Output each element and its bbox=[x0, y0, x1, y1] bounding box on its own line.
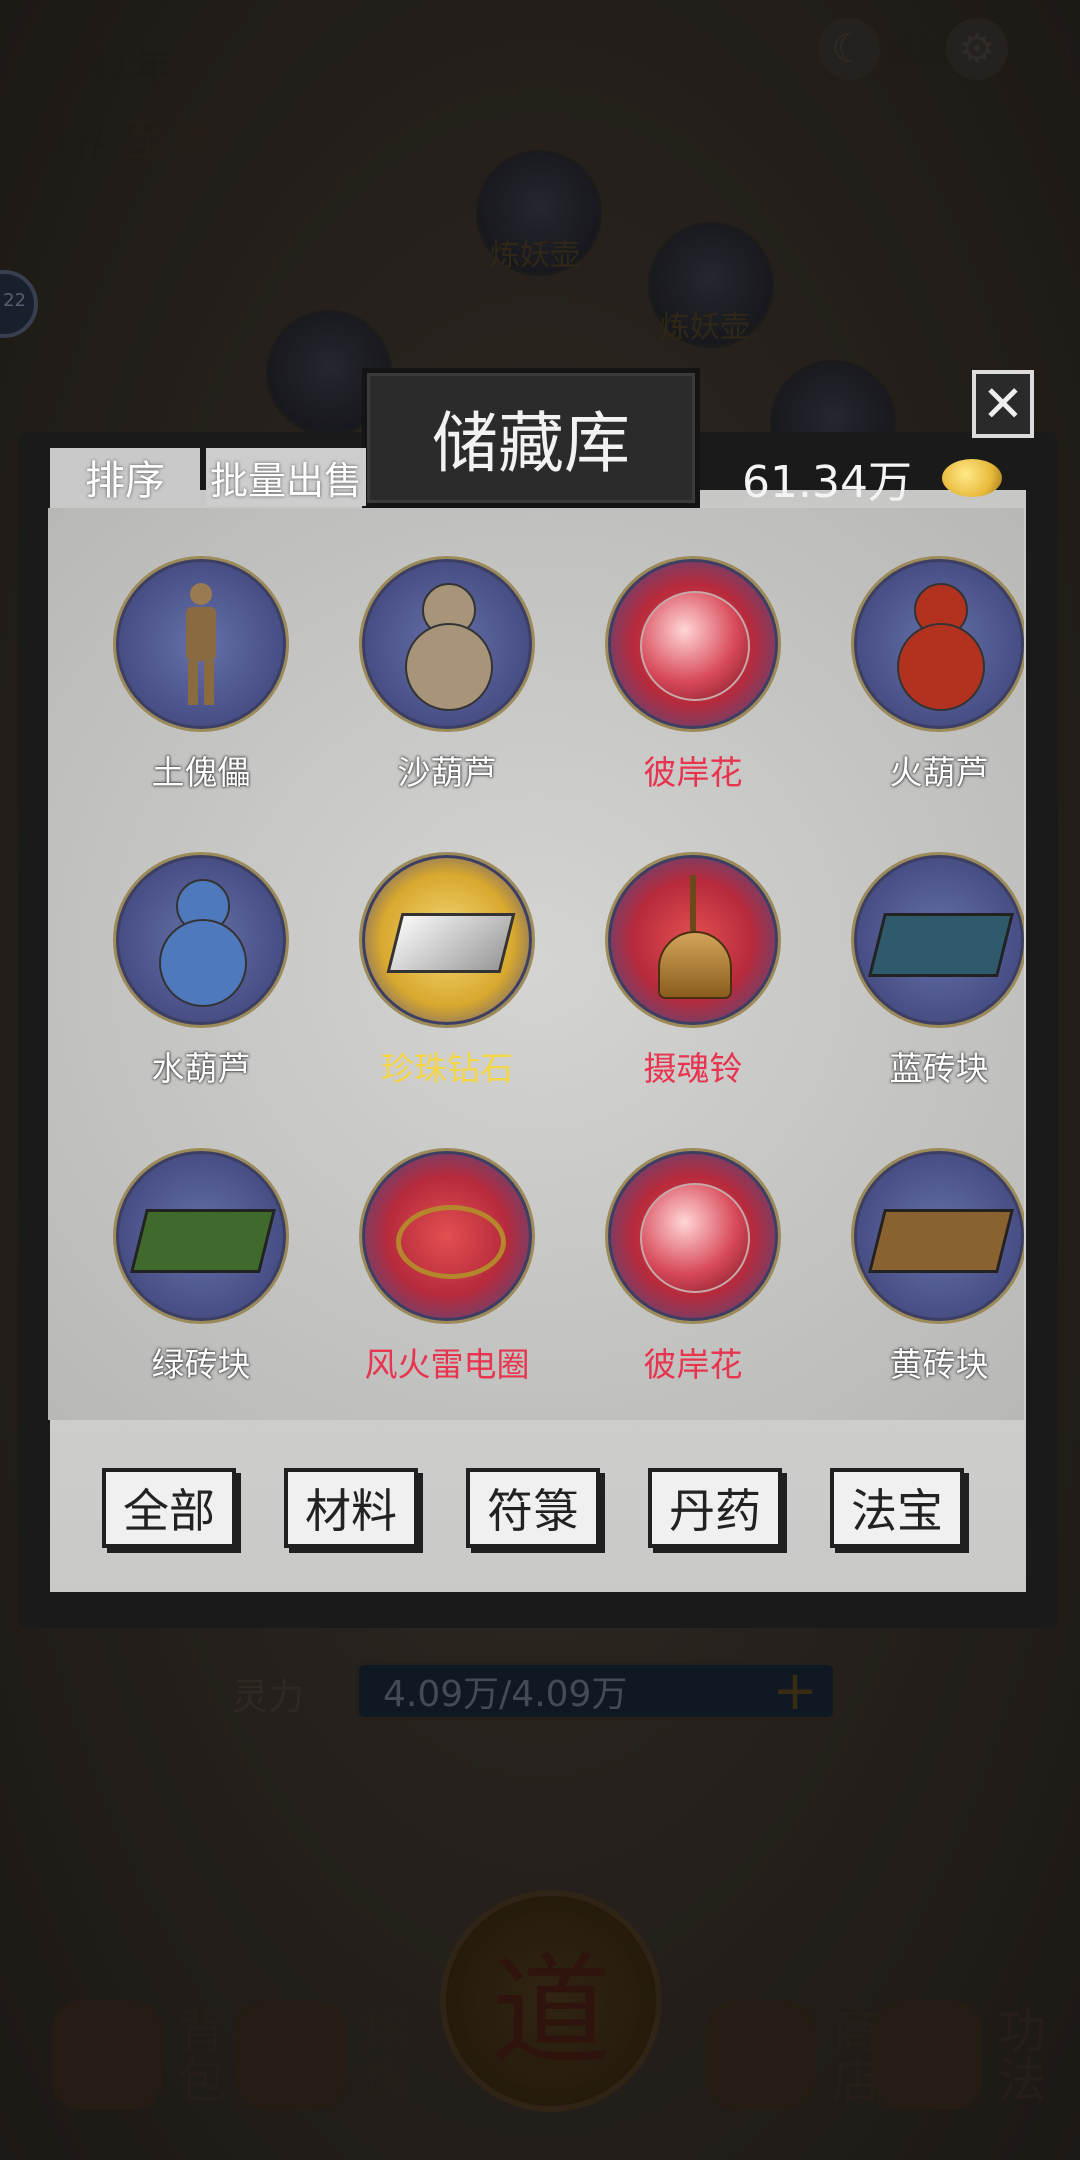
item-orb bbox=[851, 1148, 1024, 1324]
spider-lily-orb-icon bbox=[618, 569, 768, 719]
item-orb bbox=[359, 852, 535, 1028]
coin-amount: 61.34万 bbox=[742, 457, 912, 508]
item-orb bbox=[851, 852, 1024, 1028]
fire-gourd-icon bbox=[864, 569, 1014, 719]
item-slot[interactable]: 水葫芦 bbox=[78, 852, 324, 1090]
filter-treasures-button[interactable]: 法宝 bbox=[830, 1468, 964, 1548]
item-slot[interactable]: 黄砖块 bbox=[816, 1148, 1024, 1386]
item-name: 蓝砖块 bbox=[889, 1049, 989, 1088]
item-slot[interactable]: 绿砖块 bbox=[78, 1148, 324, 1386]
item-name: 珍珠钻石 bbox=[381, 1049, 513, 1088]
blue-brick-icon bbox=[864, 865, 1014, 1015]
sand-gourd-icon bbox=[372, 569, 522, 719]
item-name: 黄砖块 bbox=[889, 1345, 989, 1384]
gold-ingot-icon bbox=[941, 459, 1002, 497]
filter-talismans-button[interactable]: 符箓 bbox=[466, 1468, 600, 1548]
filter-pills-button[interactable]: 丹药 bbox=[648, 1468, 782, 1548]
item-orb bbox=[113, 556, 289, 732]
item-name: 火葫芦 bbox=[889, 753, 989, 792]
item-slot[interactable]: 摄魂铃 bbox=[570, 852, 816, 1090]
item-orb bbox=[359, 1148, 535, 1324]
dialog-title: 储藏库 bbox=[362, 368, 700, 508]
yellow-brick-icon bbox=[864, 1161, 1014, 1311]
item-name: 水葫芦 bbox=[151, 1049, 251, 1088]
item-orb bbox=[605, 556, 781, 732]
item-name: 绿砖块 bbox=[151, 1345, 251, 1384]
item-slot[interactable]: 沙葫芦 bbox=[324, 556, 570, 794]
puppet-icon bbox=[126, 569, 276, 719]
item-orb bbox=[113, 1148, 289, 1324]
water-gourd-icon bbox=[126, 865, 276, 1015]
item-name: 彼岸花 bbox=[643, 753, 743, 792]
bulk-sell-button[interactable]: 批量出售 bbox=[206, 448, 366, 506]
thunder-ring-icon bbox=[372, 1161, 522, 1311]
item-orb bbox=[851, 556, 1024, 732]
item-slot[interactable]: 珍珠钻石 bbox=[324, 852, 570, 1090]
spider-lily-orb-icon bbox=[618, 1161, 768, 1311]
item-orb bbox=[113, 852, 289, 1028]
item-slot[interactable]: 彼岸花 bbox=[570, 1148, 816, 1386]
item-name: 土傀儡 bbox=[151, 753, 251, 792]
filter-all-button[interactable]: 全部 bbox=[102, 1468, 236, 1548]
sort-button[interactable]: 排序 bbox=[50, 448, 200, 506]
item-orb bbox=[605, 1148, 781, 1324]
item-grid-area[interactable]: 土傀儡 沙葫芦 彼岸花 火葫芦 水葫芦 珍珠钻石 摄魂铃 蓝砖块 绿砖块 风火雷电圈 彼岸花 黄砖块 bbox=[48, 508, 1024, 1420]
item-orb bbox=[359, 556, 535, 732]
item-orb bbox=[605, 852, 781, 1028]
item-slot[interactable]: 蓝砖块 bbox=[816, 852, 1024, 1090]
item-slot[interactable]: 火葫芦 bbox=[816, 556, 1024, 794]
close-button[interactable]: ✕ bbox=[972, 370, 1034, 438]
soul-bell-icon bbox=[618, 865, 768, 1015]
filter-bar: 全部 材料 符箓 丹药 法宝 bbox=[48, 1428, 1024, 1578]
item-name: 风火雷电圈 bbox=[364, 1345, 530, 1384]
item-name: 彼岸花 bbox=[643, 1345, 743, 1384]
item-slot[interactable]: 彼岸花 bbox=[570, 556, 816, 794]
green-brick-icon bbox=[126, 1161, 276, 1311]
filter-materials-button[interactable]: 材料 bbox=[284, 1468, 418, 1548]
item-name: 沙葫芦 bbox=[397, 753, 497, 792]
item-slot[interactable]: 土傀儡 bbox=[78, 556, 324, 794]
diamond-chest-icon bbox=[372, 865, 522, 1015]
item-grid: 土傀儡 沙葫芦 彼岸花 火葫芦 水葫芦 珍珠钻石 摄魂铃 蓝砖块 绿砖块 风火雷电圈 彼岸花 黄砖块 bbox=[78, 556, 1024, 1420]
item-name: 摄魂铃 bbox=[643, 1049, 743, 1088]
item-slot[interactable]: 风火雷电圈 bbox=[324, 1148, 570, 1386]
coin-display: 61.34万 bbox=[702, 448, 1022, 508]
